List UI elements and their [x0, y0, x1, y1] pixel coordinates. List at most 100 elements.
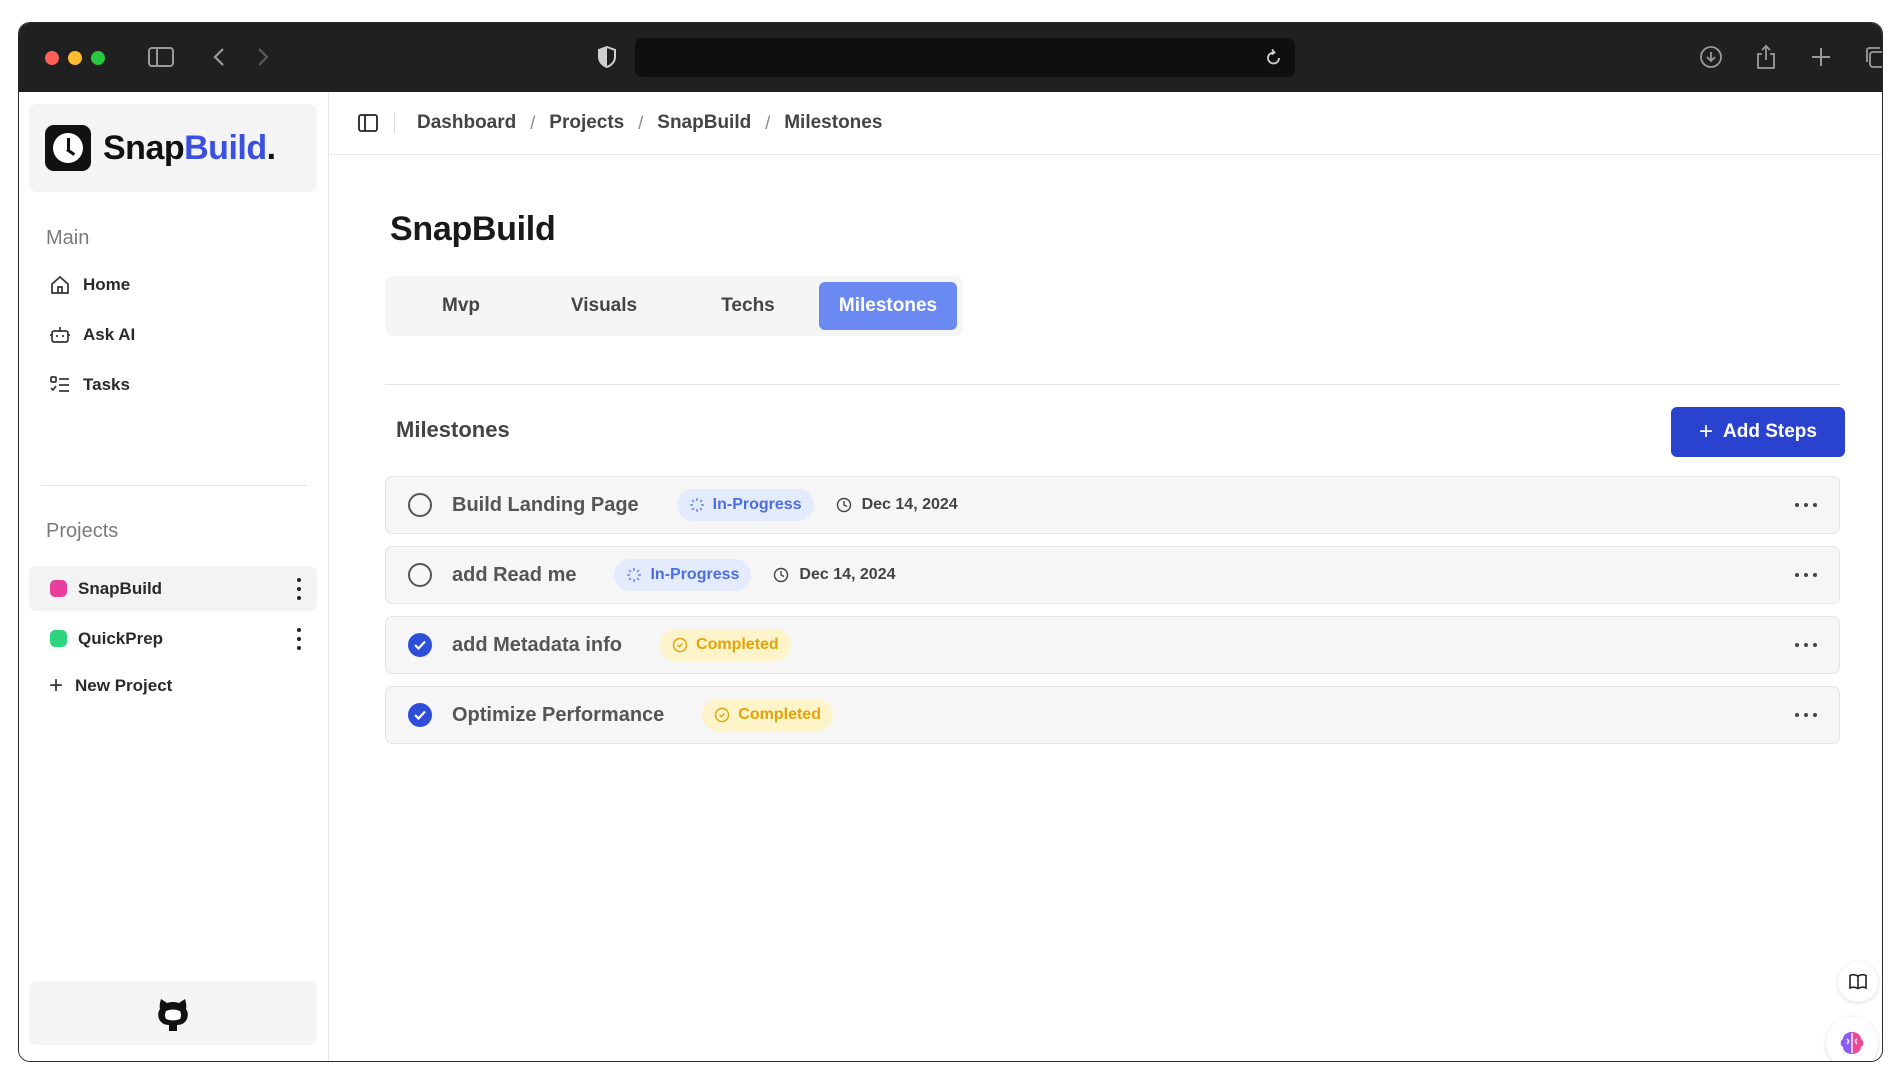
breadcrumb-separator: /: [765, 112, 771, 133]
plus-icon: +: [1699, 418, 1714, 445]
tab-techs[interactable]: Techs: [677, 282, 819, 330]
topbar-separator: [394, 112, 395, 134]
clock-icon: [836, 497, 851, 513]
project-options-icon[interactable]: [296, 628, 302, 650]
milestones-heading: Milestones: [396, 417, 510, 442]
close-window-button[interactable]: [45, 51, 59, 65]
breadcrumb: Dashboard / Projects / SnapBuild / Miles…: [417, 112, 882, 134]
status-badge: In-Progress: [676, 489, 814, 521]
milestone-date: Dec 14, 2024: [836, 496, 958, 514]
breadcrumb-dashboard[interactable]: Dashboard: [417, 112, 516, 134]
project-color-dot: [50, 580, 67, 597]
back-icon[interactable]: [205, 43, 233, 71]
sidebar-item-ask-ai[interactable]: Ask AI: [49, 320, 135, 350]
logo[interactable]: SnapBuild.: [29, 104, 317, 192]
main-section-label: Main: [46, 227, 90, 249]
github-icon: [158, 999, 188, 1031]
loader-icon: [689, 498, 704, 512]
new-project-label: New Project: [75, 676, 173, 695]
sidebar-item-home[interactable]: Home: [49, 270, 130, 300]
minimize-window-button[interactable]: [68, 51, 82, 65]
milestone-name: add Read me: [452, 563, 577, 586]
more-options-icon[interactable]: [1795, 635, 1817, 655]
brain-icon: [1840, 1032, 1864, 1054]
github-link[interactable]: [29, 981, 317, 1045]
project-label: QuickPrep: [78, 628, 164, 648]
section-divider: [385, 384, 1840, 385]
more-options-icon[interactable]: [1795, 705, 1817, 725]
sidebar-item-label: Tasks: [83, 375, 130, 394]
browser-toolbar: [19, 23, 1882, 92]
milestone-checkbox-checked[interactable]: [408, 633, 432, 657]
projects-section-label: Projects: [46, 520, 119, 542]
maximize-window-button[interactable]: [91, 51, 105, 65]
new-project-button[interactable]: + New Project: [49, 672, 172, 700]
tab-bar: Mvp Visuals Techs Milestones: [385, 276, 963, 336]
project-item-quickprep[interactable]: QuickPrep: [29, 616, 317, 661]
breadcrumb-separator: /: [530, 112, 536, 133]
main-content: Dashboard / Projects / SnapBuild / Miles…: [330, 92, 1882, 1061]
project-options-icon[interactable]: [296, 578, 302, 600]
milestone-checkbox-checked[interactable]: [408, 703, 432, 727]
check-circle-icon: [715, 707, 730, 723]
plus-icon: +: [49, 672, 64, 699]
ai-assistant-button[interactable]: [1826, 1017, 1878, 1061]
project-color-dot: [50, 630, 67, 647]
milestone-name: add Metadata info: [452, 633, 623, 656]
tab-milestones[interactable]: Milestones: [819, 282, 957, 330]
milestone-name: Build Landing Page: [452, 493, 639, 516]
book-button[interactable]: [1838, 962, 1878, 1002]
page-title: SnapBuild: [390, 210, 556, 248]
breadcrumb-milestones: Milestones: [784, 112, 883, 133]
sidebar-item-label: Ask AI: [83, 325, 136, 344]
milestone-name: Optimize Performance: [452, 703, 665, 726]
bot-icon: [50, 327, 70, 343]
check-icon: [414, 640, 426, 651]
project-label: SnapBuild: [78, 578, 163, 598]
milestone-date: Dec 14, 2024: [773, 566, 895, 584]
sidebar: SnapBuild. Main Home Ask AI Tasks Projec…: [19, 92, 329, 1061]
new-tab-icon[interactable]: [1807, 43, 1835, 71]
download-icon[interactable]: [1697, 43, 1725, 71]
privacy-shield-icon[interactable]: [593, 43, 621, 71]
sidebar-toggle-icon[interactable]: [147, 43, 175, 71]
add-steps-label: Add Steps: [1723, 421, 1817, 442]
sidebar-divider: [41, 485, 307, 486]
reload-icon[interactable]: [1261, 44, 1287, 70]
milestone-row[interactable]: add Read me In-Progress Dec 14, 2024: [385, 546, 1840, 604]
breadcrumb-snapbuild[interactable]: SnapBuild: [657, 112, 751, 134]
check-circle-icon: [672, 637, 688, 653]
app-area: SnapBuild. Main Home Ask AI Tasks Projec…: [19, 92, 1882, 1061]
add-steps-button[interactable]: + Add Steps: [1671, 407, 1845, 457]
sidebar-item-tasks[interactable]: Tasks: [49, 370, 130, 400]
milestone-row[interactable]: add Metadata info Completed: [385, 616, 1840, 674]
clock-icon: [774, 567, 789, 583]
address-bar[interactable]: [635, 38, 1295, 77]
topbar: Dashboard / Projects / SnapBuild / Miles…: [330, 92, 1882, 155]
tab-mvp[interactable]: Mvp: [391, 282, 531, 330]
sidebar-item-label: Home: [83, 275, 131, 294]
check-icon: [414, 710, 426, 721]
more-options-icon[interactable]: [1795, 565, 1817, 585]
more-options-icon[interactable]: [1795, 495, 1817, 515]
milestone-checkbox[interactable]: [408, 563, 432, 587]
panel-toggle-icon[interactable]: [356, 111, 380, 135]
share-icon[interactable]: [1752, 43, 1780, 71]
breadcrumb-separator: /: [638, 112, 644, 133]
forward-icon[interactable]: [249, 43, 277, 71]
status-badge: Completed: [702, 699, 833, 731]
list-checks-icon: [50, 376, 69, 392]
tab-overview-icon[interactable]: [1861, 43, 1882, 71]
brand-name: SnapBuild.: [103, 128, 276, 167]
book-icon: [1849, 974, 1867, 990]
status-badge: Completed: [660, 629, 791, 661]
breadcrumb-projects[interactable]: Projects: [549, 112, 624, 134]
browser-window: SnapBuild. Main Home Ask AI Tasks Projec…: [18, 22, 1883, 1062]
clock-logo-icon: [45, 125, 91, 171]
milestone-row[interactable]: Build Landing Page In-Progress Dec 14, 2…: [385, 476, 1840, 534]
home-icon: [51, 275, 69, 294]
tab-visuals[interactable]: Visuals: [531, 282, 677, 330]
milestone-checkbox[interactable]: [408, 493, 432, 517]
project-item-snapbuild[interactable]: SnapBuild: [29, 566, 317, 611]
milestone-row[interactable]: Optimize Performance Completed: [385, 686, 1840, 744]
